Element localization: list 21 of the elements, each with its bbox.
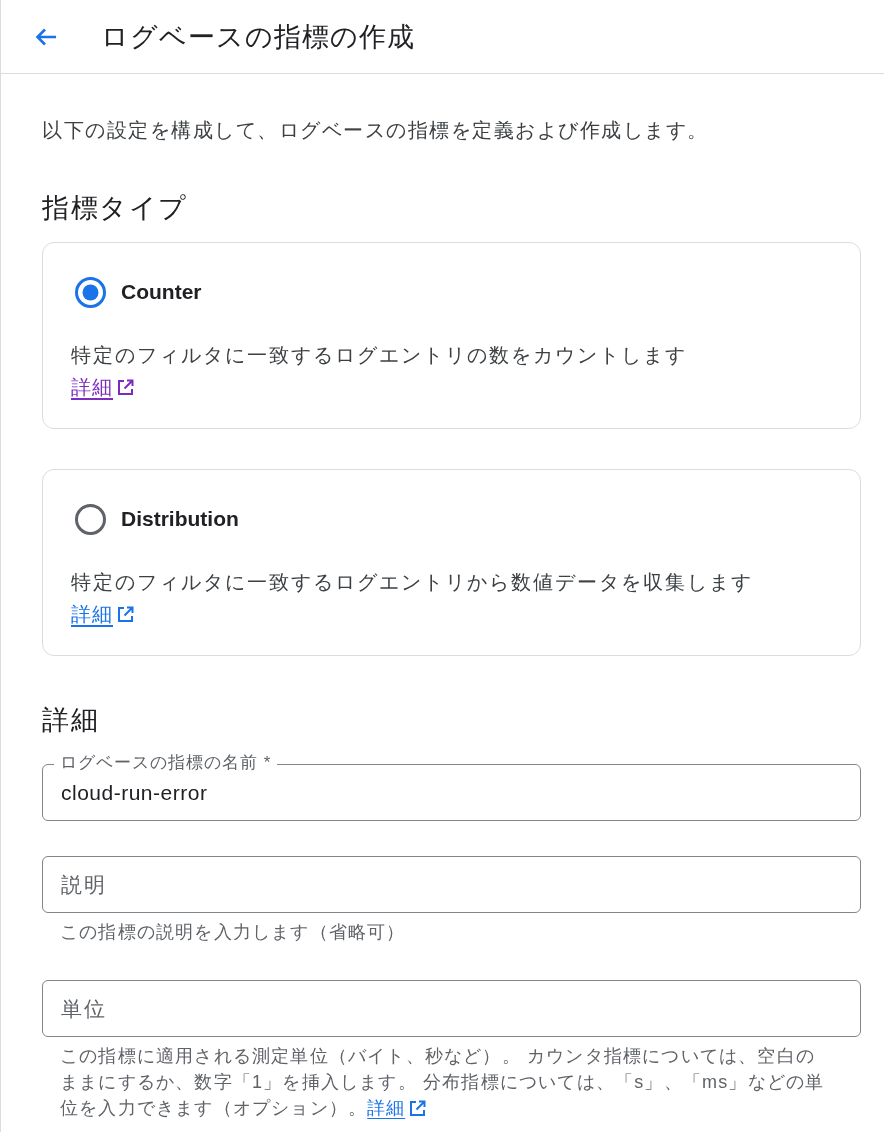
radio-button[interactable]: [75, 503, 106, 535]
section-heading: 指標タイプ: [42, 192, 189, 225]
helper-text: この指標の説明を入力します（省略可）: [59, 921, 407, 944]
field-label: ログベースの指標の名前 *: [54, 752, 278, 774]
details-link[interactable]: 詳細: [367, 1095, 406, 1121]
helper-text: この指標に適用される測定単位（バイト、秒など）。 カウンタ指標については、空白のままにするか、数字「1」を挿入します。 分布指標については、「s」、「ms」などの単位を入力できます（オプション）。詳細: [42, 1043, 828, 1121]
option-card[interactable]: Counter 特定のフィルタに一致するログエントリの数をカウントします 詳細: [42, 242, 861, 429]
details-link[interactable]: 詳細: [71, 599, 113, 629]
details-link[interactable]: 詳細: [71, 372, 113, 402]
page-title: ログベースの指標の作成: [101, 20, 415, 54]
text-input[interactable]: 説明: [42, 856, 861, 913]
option-description: 特定のフィルタに一致するログエントリから数値データを収集します: [71, 570, 754, 595]
radio-button[interactable]: [75, 276, 106, 308]
section-heading: 詳細: [42, 704, 100, 737]
text-input[interactable]: 単位: [42, 980, 861, 1037]
back-arrow-icon: [35, 27, 57, 46]
option-description: 特定のフィルタに一致するログエントリの数をカウントします: [71, 343, 688, 368]
option-label: Counter: [121, 280, 202, 304]
option-card[interactable]: Distribution 特定のフィルタに一致するログエントリから数値データを収集します 詳細: [42, 469, 861, 656]
option-label: Distribution: [121, 507, 239, 531]
intro-text: 以下の設定を構成して、ログベースの指標を定義および作成します。: [42, 118, 710, 143]
